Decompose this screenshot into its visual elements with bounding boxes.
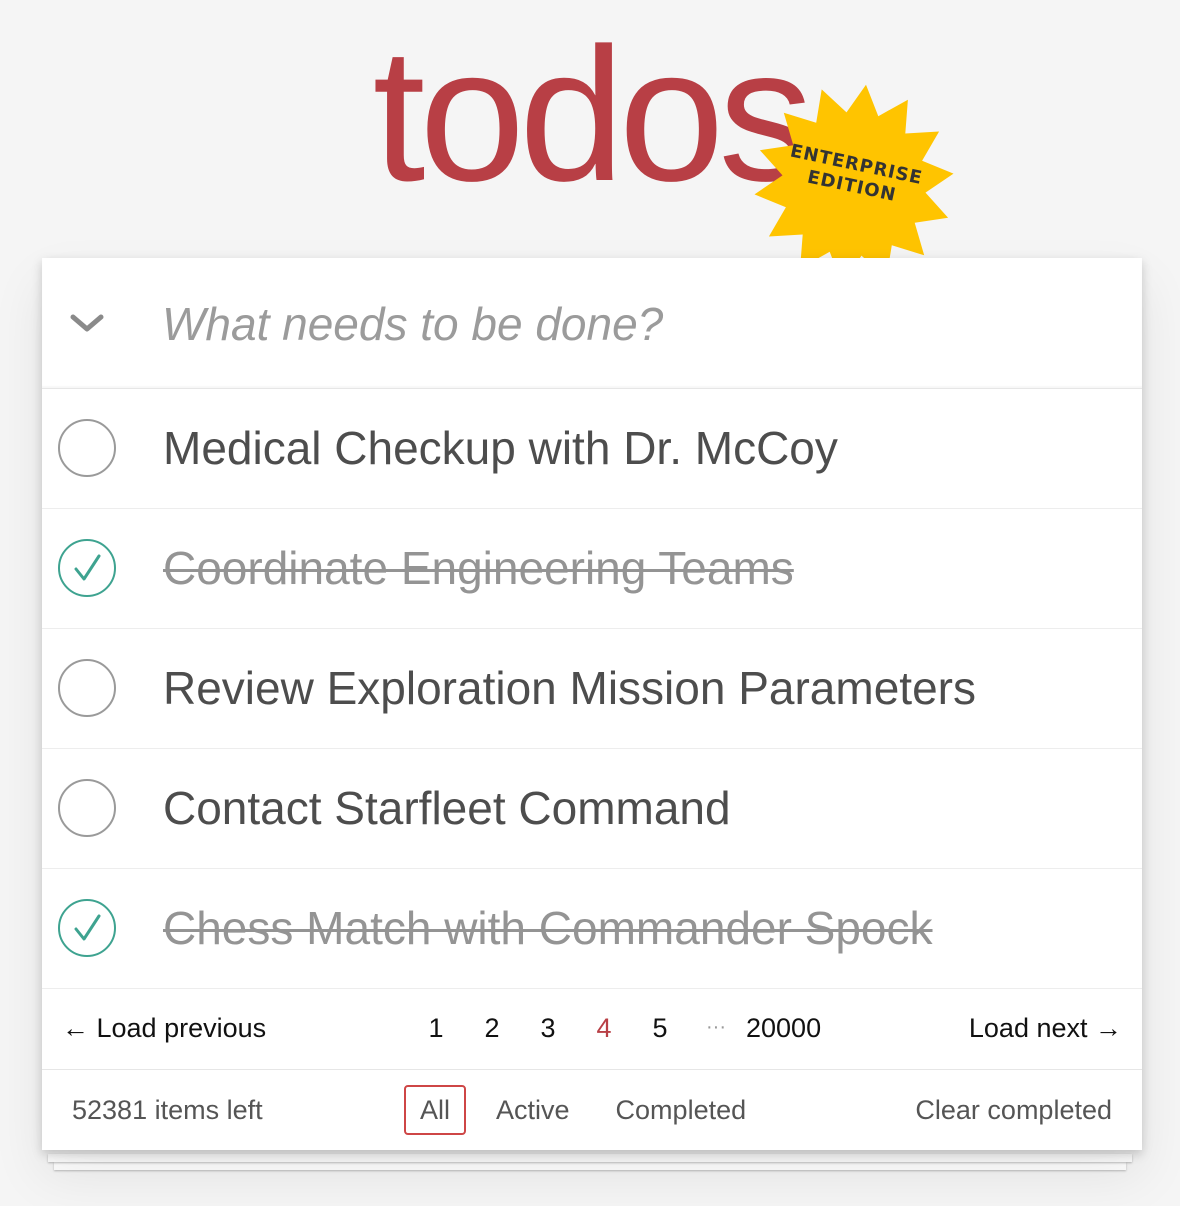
card-stack-shadow-2 — [54, 1162, 1126, 1170]
todo-checkbox[interactable] — [57, 538, 117, 598]
filter-active[interactable]: Active — [480, 1085, 586, 1135]
page-link-2[interactable]: 2 — [478, 1013, 506, 1047]
todo-label[interactable]: Coordinate Engineering Teams — [163, 509, 794, 628]
todo-item: Contact Starfleet Command — [42, 749, 1142, 869]
page-link-5[interactable]: 5 — [646, 1013, 674, 1047]
filter-all[interactable]: All — [404, 1085, 467, 1135]
todo-label[interactable]: Chess Match with Commander Spock — [163, 869, 933, 988]
todo-item: Review Exploration Mission Parameters — [42, 629, 1142, 749]
toggle-all-button[interactable] — [62, 298, 112, 348]
enterprise-edition-badge: ENTERPRISE EDITION — [754, 82, 954, 287]
page-link-4[interactable]: 4 — [590, 1013, 618, 1047]
todo-checkbox[interactable] — [57, 418, 117, 478]
todo-label[interactable]: Medical Checkup with Dr. McCoy — [163, 389, 838, 508]
todo-item: Coordinate Engineering Teams — [42, 509, 1142, 629]
todo-checkbox[interactable] — [57, 778, 117, 838]
todo-item: Medical Checkup with Dr. McCoy — [42, 389, 1142, 509]
page-link-1[interactable]: 1 — [422, 1013, 450, 1047]
filter-tabs: All Active Completed — [404, 1085, 776, 1135]
new-todo-input[interactable] — [162, 286, 1102, 362]
todo-checkbox[interactable] — [57, 898, 117, 958]
card-stack-shadow-1 — [48, 1154, 1132, 1162]
load-next-button[interactable]: Load next → — [969, 1013, 1122, 1044]
checked-circle-icon — [58, 539, 116, 597]
todo-label[interactable]: Review Exploration Mission Parameters — [163, 629, 976, 748]
todo-label[interactable]: Contact Starfleet Command — [163, 749, 731, 868]
load-previous-button[interactable]: ← Load previous — [62, 1013, 266, 1044]
page-link-3[interactable]: 3 — [534, 1013, 562, 1047]
chevron-down-icon — [70, 314, 104, 332]
app-title: todos — [372, 9, 814, 221]
todo-item: Chess Match with Commander Spock — [42, 869, 1142, 989]
checked-circle-icon — [58, 899, 116, 957]
clear-completed-button[interactable]: Clear completed — [915, 1095, 1112, 1126]
todo-app-card: Medical Checkup with Dr. McCoy Coordinat… — [42, 258, 1142, 1150]
todo-checkbox[interactable] — [57, 658, 117, 718]
filter-completed[interactable]: Completed — [600, 1085, 763, 1135]
unchecked-circle-icon — [58, 659, 116, 717]
todo-list: Medical Checkup with Dr. McCoy Coordinat… — [42, 389, 1142, 989]
unchecked-circle-icon — [58, 779, 116, 837]
page-numbers: 1 2 3 4 5 ··· 20000 — [422, 1013, 849, 1047]
unchecked-circle-icon — [58, 419, 116, 477]
page-link-last[interactable]: 20000 — [746, 1013, 821, 1047]
todo-header — [42, 258, 1142, 389]
items-left-count: 52381 items left — [72, 1095, 263, 1125]
todo-footer: 52381 items left All Active Completed Cl… — [42, 1070, 1142, 1150]
page-ellipsis: ··· — [706, 1016, 726, 1038]
pagination-bar: ← Load previous 1 2 3 4 5 ··· 20000 Load… — [42, 989, 1142, 1070]
